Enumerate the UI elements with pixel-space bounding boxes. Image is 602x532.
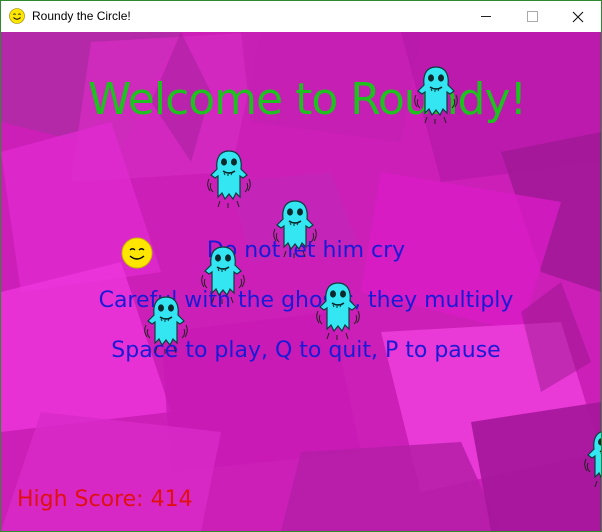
ghost-icon (201, 246, 245, 304)
ghost-icon (316, 282, 360, 340)
roundy-player (121, 237, 153, 269)
ghost-icon (207, 150, 251, 208)
window-title: Roundy the Circle! (32, 9, 131, 23)
ghost-7 (583, 429, 601, 489)
close-icon (572, 11, 584, 22)
maximize-button[interactable] (509, 1, 555, 32)
instruction-line-2: Careful with the ghosts, they multiply (98, 288, 514, 313)
ghost-4 (200, 245, 246, 305)
game-canvas[interactable]: Welcome to Roundy! Do not let him cry Ca… (1, 32, 601, 531)
ghost-5 (143, 295, 189, 355)
smiley-icon (9, 8, 25, 24)
ghost-3 (272, 199, 318, 259)
minimize-icon (481, 16, 491, 17)
ghost-icon (144, 296, 188, 354)
ghost-2 (206, 149, 252, 209)
minimize-button[interactable] (463, 1, 509, 32)
ghost-icon (414, 66, 458, 124)
app-window: Roundy the Circle! Welcome to Roundy! Do… (0, 0, 602, 532)
ghost-6 (315, 281, 361, 341)
welcome-title: Welcome to Roundy! (87, 74, 527, 125)
ghost-icon (584, 431, 601, 488)
instruction-line-3: Space to play, Q to quit, P to pause (111, 338, 501, 363)
ghost-1 (413, 65, 459, 125)
ghost-icon (273, 200, 317, 258)
high-score: High Score: 414 (17, 487, 193, 512)
title-bar[interactable]: Roundy the Circle! (1, 1, 601, 32)
maximize-icon (526, 11, 538, 22)
close-button[interactable] (555, 1, 601, 32)
